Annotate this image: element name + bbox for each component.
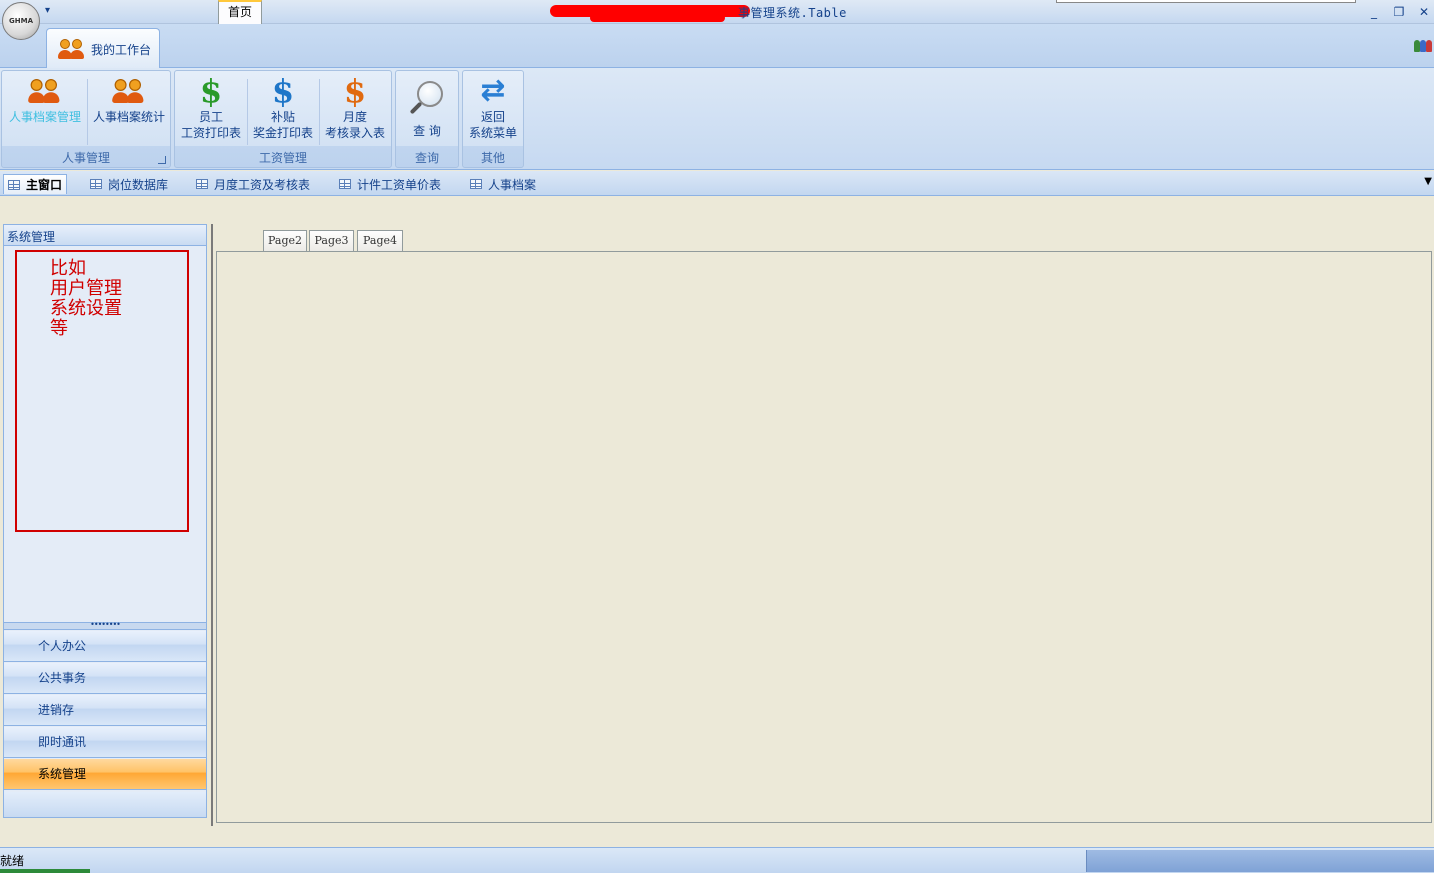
status-bar-panel: [1086, 850, 1434, 872]
status-text: 就绪: [0, 854, 25, 868]
ribbon-group-other: ⇄ 返回 系统菜单 其他: [462, 70, 524, 168]
return-system-menu-button[interactable]: ⇄ 返回 系统菜单: [465, 73, 521, 147]
document-tab-strip: 主窗口 岗位数据库 月度工资及考核表 计件工资单价表 人事档案 ▼: [0, 171, 1434, 196]
doc-tab-label: 计件工资单价表: [357, 177, 442, 192]
doc-tab-label: 主窗口: [26, 178, 63, 192]
ribbon-tab-label: 我的工作台: [91, 42, 152, 57]
doc-tab-hr-records[interactable]: 人事档案: [466, 174, 540, 194]
doc-tab-monthly-salary[interactable]: 月度工资及考核表: [192, 174, 314, 194]
app-logo-text: GHMA: [9, 17, 33, 25]
nav-splitter-handle[interactable]: ••••••••: [4, 621, 206, 630]
ribbon-tab-workbench[interactable]: 我的工作台: [46, 28, 160, 69]
table-icon: [196, 179, 208, 189]
dollar-icon: $: [199, 72, 223, 110]
content-tab-home[interactable]: 首页: [218, 0, 262, 24]
ribbon-tab-bar: 我的工作台: [0, 24, 1434, 69]
nav-item-system-management[interactable]: 系统管理: [4, 759, 206, 790]
users-group-icon[interactable]: [1414, 38, 1432, 54]
button-label-line1: 补贴: [270, 110, 295, 124]
left-navigation-pane: 系统管理 比如 用户管理 系统设置 等 •••••••• 个人办公 公共事务 进…: [3, 224, 207, 818]
quick-access-dropdown-icon[interactable]: ▾: [45, 5, 50, 16]
ribbon-group-hr: 人事档案管理 人事档案统计 人事管理: [1, 70, 171, 168]
nav-item-personal-office[interactable]: 个人办公: [4, 631, 206, 662]
taskbar-strip: [0, 869, 90, 873]
button-label-line1: 月度: [342, 110, 367, 124]
group-label: 工资管理: [258, 151, 307, 165]
title-bar: ▾ 事管理系统.Table _ ❐ ✕: [0, 0, 1434, 24]
button-label-line2: 工资打印表: [180, 126, 241, 140]
refresh-icon: ⇄: [480, 73, 506, 108]
ribbon-group-salary: $ 员工 工资打印表 $ 补贴 奖金打印表 $ 月度 考核录入表 工资管理: [174, 70, 392, 168]
doc-tab-main-window[interactable]: 主窗口: [3, 174, 68, 194]
app-menu-orb-button[interactable]: GHMA: [2, 2, 40, 40]
people-icon: [57, 38, 87, 60]
nav-item-inventory[interactable]: 进销存: [4, 695, 206, 726]
magnifier-icon: [407, 81, 447, 117]
bonus-print-button[interactable]: $ 补贴 奖金打印表: [249, 73, 317, 147]
doc-tab-label: 人事档案: [488, 177, 537, 192]
button-label-line1: 员工: [198, 110, 223, 124]
table-icon: [90, 179, 102, 189]
button-label-line2: 考核录入表: [324, 126, 385, 140]
redaction-mark-2: [590, 14, 725, 22]
window-title: 事管理系统.Table: [738, 6, 847, 20]
content-tab-page3[interactable]: Page3: [309, 230, 354, 251]
button-label: 人事档案管理: [8, 110, 81, 124]
table-icon: [8, 179, 20, 190]
button-label: 人事档案统计: [92, 110, 165, 124]
nav-item-public-affairs[interactable]: 公共事务: [4, 663, 206, 694]
ribbon-panel: 人事档案管理 人事档案统计 人事管理 $ 员工 工资打印表 $ 补贴 奖金打印表…: [0, 68, 1434, 170]
group-label: 人事管理: [61, 151, 110, 165]
vertical-splitter[interactable]: [211, 224, 213, 826]
employee-salary-print-button[interactable]: $ 员工 工资打印表: [177, 73, 245, 147]
hr-records-statistics-button[interactable]: 人事档案统计: [90, 73, 168, 147]
group-label: 其他: [480, 151, 505, 165]
table-icon: [470, 179, 482, 189]
maximize-button[interactable]: ❐: [1389, 3, 1409, 21]
doc-tab-position-db[interactable]: 岗位数据库: [86, 174, 172, 194]
table-icon: [339, 179, 351, 189]
button-label-line2: 奖金打印表: [252, 126, 313, 140]
query-button[interactable]: 查 询: [398, 73, 456, 147]
people-icon: [111, 78, 147, 104]
monthly-assessment-entry-button[interactable]: $ 月度 考核录入表: [321, 73, 389, 147]
minimize-button[interactable]: _: [1364, 3, 1384, 21]
tab-list-dropdown-icon[interactable]: ▼: [1424, 176, 1432, 187]
button-label-line2: 系统菜单: [468, 126, 517, 140]
content-panel: [216, 251, 1432, 823]
status-bar: 就绪: [0, 847, 1434, 873]
doc-tab-piece-rate[interactable]: 计件工资单价表: [335, 174, 445, 194]
title-bar-overlay: [1056, 0, 1356, 3]
group-label: 查询: [414, 151, 439, 165]
people-icon: [27, 78, 63, 104]
nav-pane-footer: [4, 792, 206, 817]
nav-item-instant-messaging[interactable]: 即时通讯: [4, 727, 206, 758]
ribbon-group-query: 查 询 查询: [395, 70, 459, 168]
dollar-icon: $: [343, 72, 367, 110]
dollar-icon: $: [271, 72, 295, 110]
button-label-line1: 返回: [480, 110, 505, 124]
close-button[interactable]: ✕: [1414, 3, 1434, 21]
doc-tab-label: 岗位数据库: [108, 177, 169, 192]
button-label: 查 询: [413, 124, 441, 138]
content-tab-page2[interactable]: Page2: [263, 230, 307, 251]
annotation-text: 比如 用户管理 系统设置 等: [50, 258, 122, 339]
dialog-launcher-icon[interactable]: [158, 156, 166, 164]
nav-pane-header: 系统管理: [4, 225, 206, 246]
hr-records-management-button[interactable]: 人事档案管理: [6, 73, 84, 147]
content-tab-page4[interactable]: Page4: [357, 230, 403, 251]
doc-tab-label: 月度工资及考核表: [214, 177, 311, 192]
